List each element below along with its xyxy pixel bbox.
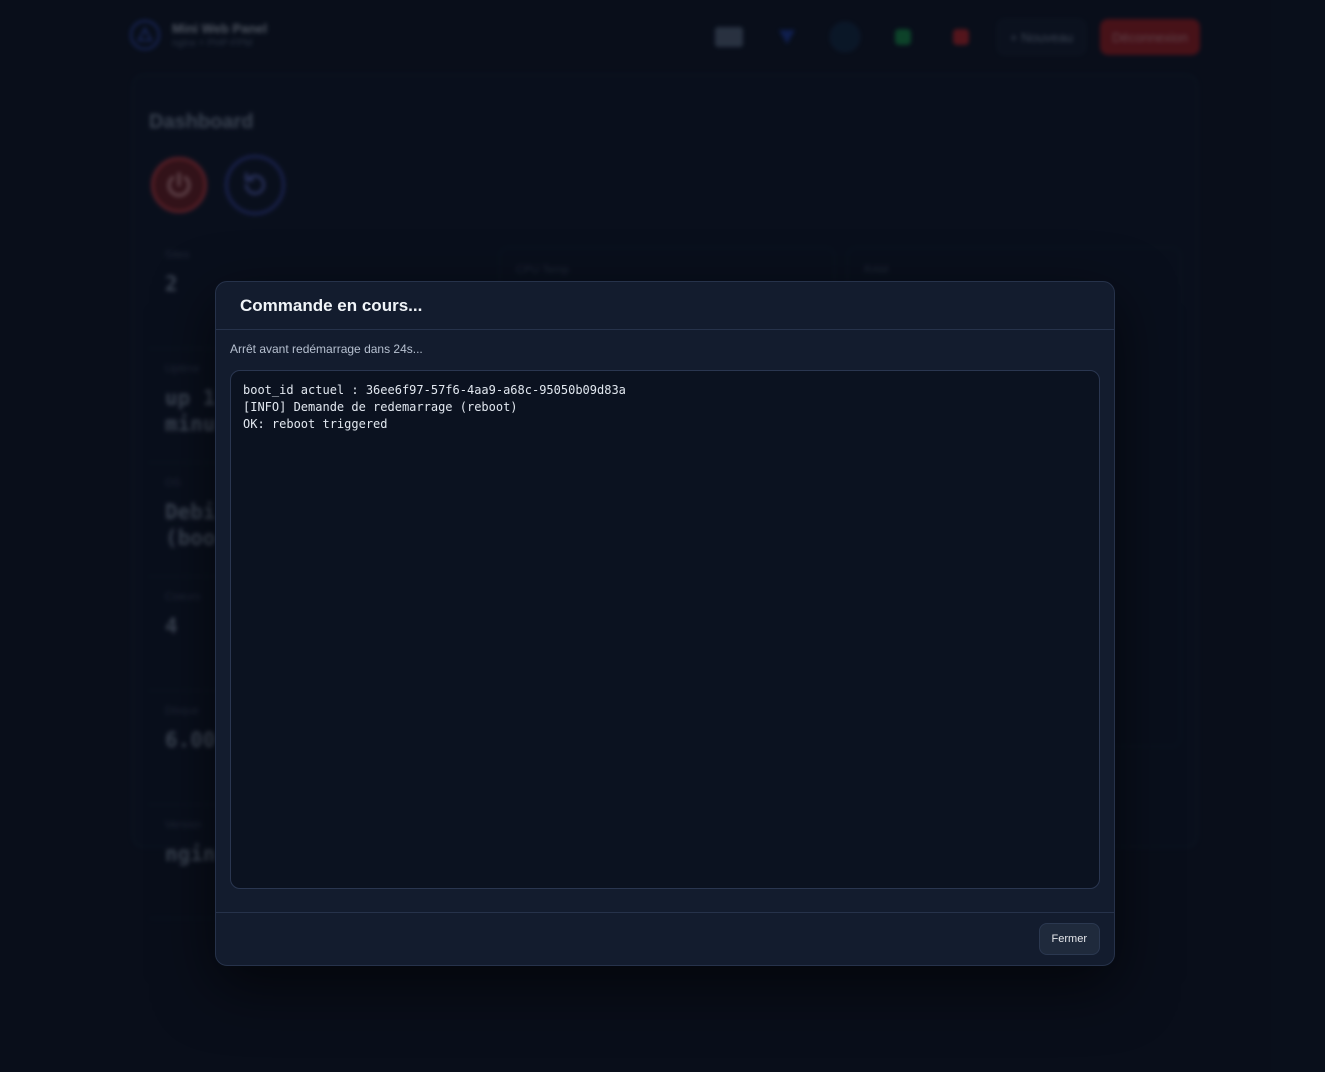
- console-line: boot_id actuel : 36ee6f97-57f6-4aa9-a68c…: [243, 383, 626, 397]
- console-line: [INFO] Demande de redemarrage (reboot): [243, 400, 518, 414]
- close-button[interactable]: Fermer: [1038, 923, 1100, 955]
- command-modal: Commande en cours... Arrêt avant redémar…: [215, 281, 1115, 966]
- console-output[interactable]: boot_id actuel : 36ee6f97-57f6-4aa9-a68c…: [230, 370, 1100, 889]
- console-line: OK: reboot triggered: [243, 417, 388, 431]
- modal-header: Commande en cours...: [216, 282, 1114, 330]
- modal-footer: Fermer: [216, 912, 1114, 965]
- modal-title: Commande en cours...: [240, 295, 423, 315]
- modal-status: Arrêt avant redémarrage dans 24s...: [230, 342, 423, 356]
